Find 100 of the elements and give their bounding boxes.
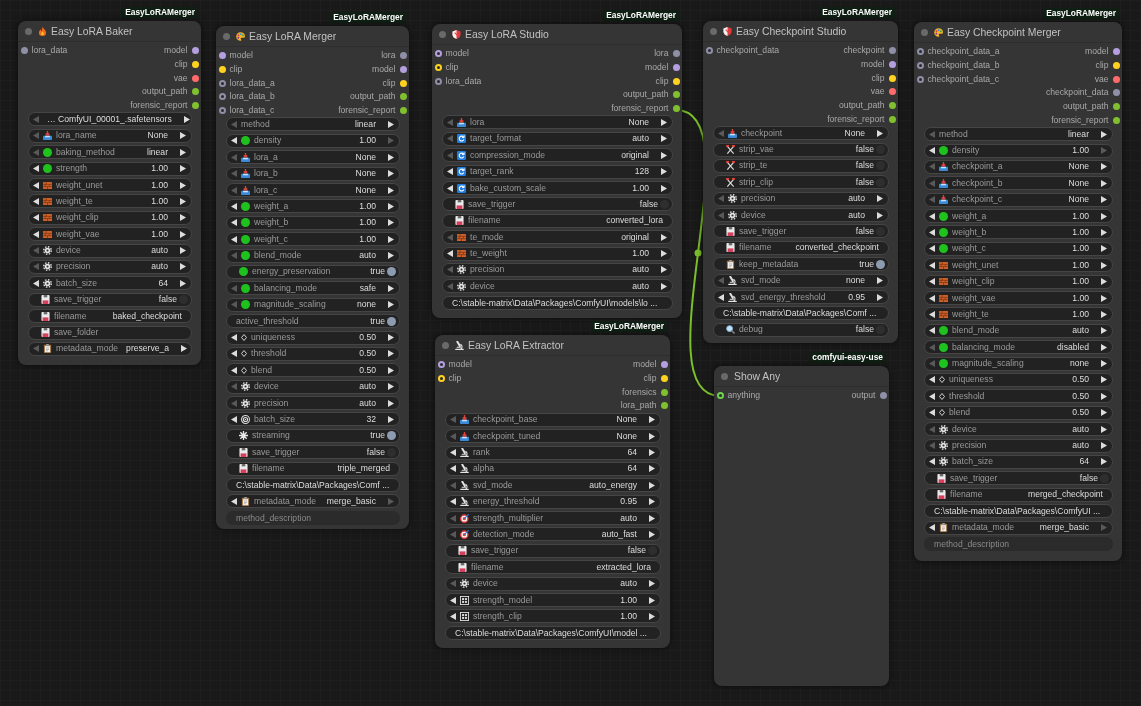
left-arrow-icon[interactable] [929, 147, 935, 154]
right-arrow-icon[interactable] [649, 432, 655, 440]
combo-widget[interactable]: checkpoint_b None [924, 176, 1113, 191]
combo-widget[interactable]: svd_mode auto_energy [445, 478, 661, 493]
output-slot-icon[interactable] [1112, 116, 1120, 124]
right-arrow-icon[interactable] [180, 148, 186, 156]
left-arrow-icon[interactable] [450, 612, 456, 620]
toggle-widget[interactable]: active_threshold true [226, 314, 400, 329]
right-arrow-icon[interactable] [388, 415, 394, 423]
left-arrow-icon[interactable] [929, 524, 935, 531]
right-arrow-icon[interactable] [388, 301, 394, 309]
combo-widget[interactable]: weight_te 1.00 [28, 194, 192, 209]
left-arrow-icon[interactable] [447, 250, 453, 258]
toggle-widget[interactable]: strip_clip false [713, 175, 889, 190]
right-arrow-icon[interactable] [180, 230, 186, 238]
combo-widget[interactable]: magnitude_scaling none [226, 297, 400, 312]
combo-widget[interactable]: device auto [924, 422, 1113, 437]
combo-widget[interactable]: balancing_mode disabled [924, 340, 1113, 355]
output-slot-icon[interactable] [672, 105, 680, 113]
combo-widget[interactable]: weight_vae 1.00 [924, 291, 1113, 306]
combo-widget[interactable]: alpha 64 [445, 461, 661, 476]
right-arrow-icon[interactable] [1101, 376, 1107, 384]
path-field[interactable]: C:\stable-matrix\Data\Packages\ComfyUI\model ... [445, 625, 661, 640]
right-arrow-icon[interactable] [649, 416, 655, 424]
right-arrow-icon[interactable] [1101, 442, 1107, 450]
right-arrow-icon[interactable] [180, 263, 186, 271]
left-arrow-icon[interactable] [929, 310, 935, 318]
output-slot-icon[interactable] [191, 102, 199, 110]
right-arrow-icon[interactable] [877, 195, 883, 203]
right-arrow-icon[interactable] [661, 151, 667, 159]
left-arrow-icon[interactable] [231, 235, 237, 243]
combo-widget[interactable]: weight_a 1.00 [226, 199, 400, 214]
combo-widget[interactable]: checkpoint_a None [924, 159, 1113, 174]
left-arrow-icon[interactable] [929, 212, 935, 220]
combo-widget[interactable]: lora None [442, 115, 673, 130]
output-slot-icon[interactable] [660, 375, 668, 383]
right-arrow-icon[interactable] [1101, 245, 1107, 253]
right-arrow-icon[interactable] [1101, 392, 1107, 400]
combo-widget[interactable]: strength 1.00 [28, 161, 192, 176]
right-arrow-icon[interactable] [1101, 458, 1107, 466]
combo-widget[interactable]: metadata_mode preserve_a [28, 341, 192, 356]
right-arrow-icon[interactable] [1101, 310, 1107, 318]
right-arrow-icon[interactable] [1101, 261, 1107, 269]
combo-widget[interactable]: weight_c 1.00 [924, 241, 1113, 256]
combo-widget[interactable]: te_weight 1.00 [442, 246, 673, 261]
combo-widget[interactable]: precision auto [226, 396, 400, 411]
left-arrow-icon[interactable] [231, 350, 237, 358]
right-arrow-icon[interactable] [388, 252, 394, 260]
left-arrow-icon[interactable] [447, 168, 453, 176]
right-arrow-icon[interactable] [180, 214, 186, 222]
right-arrow-icon[interactable] [180, 279, 186, 287]
toggle-widget[interactable]: save_trigger false [28, 292, 192, 307]
right-arrow-icon[interactable] [180, 132, 186, 140]
output-slot-icon[interactable] [888, 88, 896, 96]
combo-widget[interactable]: energy_threshold 0.95 [445, 494, 661, 509]
output-slot-icon[interactable] [399, 52, 407, 60]
left-arrow-icon[interactable] [450, 465, 456, 473]
right-arrow-icon[interactable] [661, 118, 667, 126]
output-slot-icon[interactable] [191, 74, 199, 82]
description-field[interactable]: method_description [226, 510, 400, 525]
left-arrow-icon[interactable] [929, 245, 935, 253]
right-arrow-icon[interactable] [1101, 179, 1107, 187]
combo-widget[interactable]: balancing_mode safe [226, 281, 400, 296]
left-arrow-icon[interactable] [33, 279, 39, 287]
toggle-widget[interactable]: save_trigger false [445, 543, 661, 558]
right-arrow-icon[interactable] [661, 250, 667, 258]
right-arrow-icon[interactable] [661, 135, 667, 143]
combo-widget[interactable]: lora_name None [28, 128, 192, 143]
input-slot-icon[interactable] [20, 47, 28, 55]
right-arrow-icon[interactable] [388, 219, 394, 227]
right-arrow-icon[interactable] [1101, 196, 1107, 204]
left-arrow-icon[interactable] [231, 202, 237, 210]
combo-widget[interactable]: weight_b 1.00 [924, 225, 1113, 240]
combo-widget[interactable]: threshold 0.50 [924, 389, 1113, 404]
right-arrow-icon[interactable] [388, 120, 394, 128]
input-slot-icon[interactable] [218, 93, 226, 101]
right-arrow-icon[interactable] [388, 170, 394, 178]
combo-widget[interactable]: weight_a 1.00 [924, 209, 1113, 224]
combo-widget[interactable]: batch_size 32 [226, 412, 400, 427]
combo-widget[interactable]: lora_c None [226, 183, 400, 197]
combo-widget[interactable]: metadata_mode merge_basic [924, 520, 1113, 535]
combo-widget[interactable]: device auto [713, 208, 889, 223]
text-field[interactable]: filename triple_merged [226, 461, 400, 476]
combo-widget[interactable]: weight_c 1.00 [226, 232, 400, 247]
text-field[interactable]: filename converted_checkpoint [713, 240, 889, 255]
output-slot-icon[interactable] [888, 61, 896, 69]
right-arrow-icon[interactable] [1101, 425, 1107, 433]
combo-widget[interactable]: blend_mode auto [226, 248, 400, 263]
left-arrow-icon[interactable] [718, 293, 724, 301]
description-field[interactable]: method_description [924, 536, 1113, 551]
toggle-widget[interactable]: strip_vae false [713, 142, 889, 157]
output-slot-icon[interactable] [672, 77, 680, 85]
combo-widget[interactable]: lora_a None [226, 150, 400, 165]
collapse-dot-icon[interactable] [439, 30, 446, 38]
combo-widget[interactable]: weight_b 1.00 [226, 215, 400, 230]
left-arrow-icon[interactable] [447, 184, 453, 192]
right-arrow-icon[interactable] [388, 284, 394, 292]
combo-widget[interactable]: strength_clip 1.00 [445, 609, 661, 624]
left-arrow-icon[interactable] [929, 278, 935, 286]
right-arrow-icon[interactable] [388, 153, 394, 161]
